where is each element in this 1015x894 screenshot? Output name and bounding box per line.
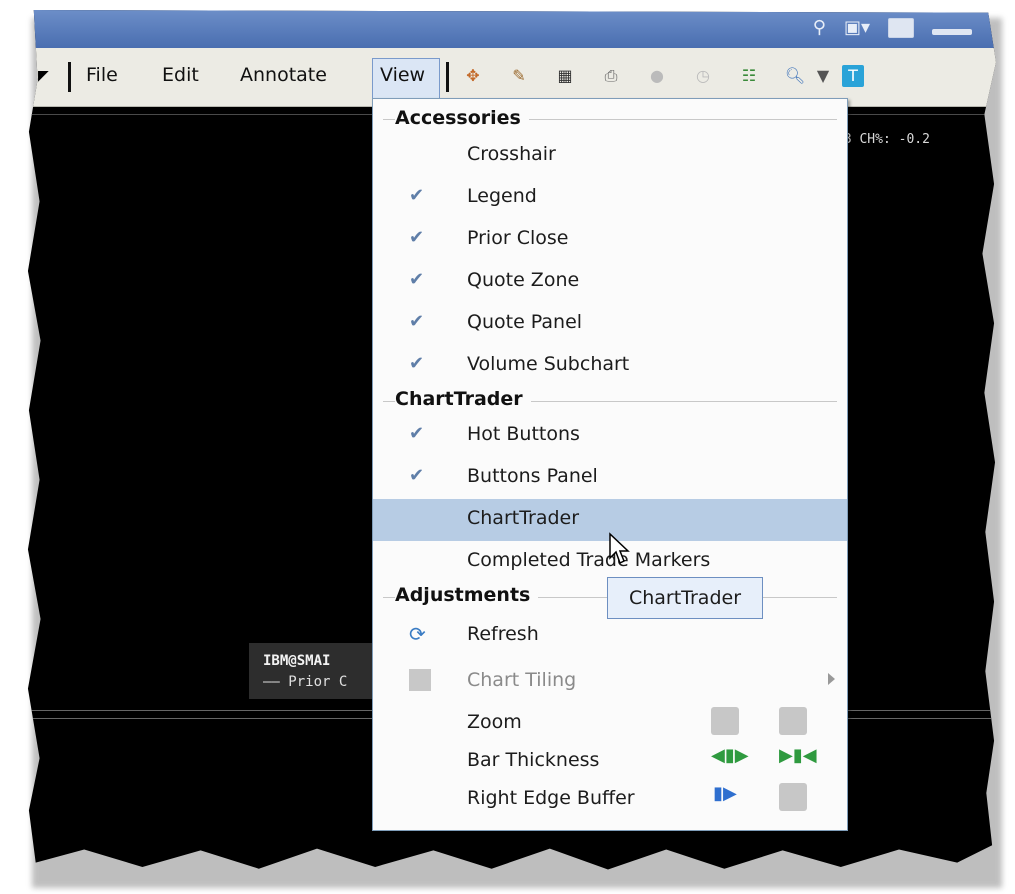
menu-item-prior-close[interactable]: ✔ Prior Close: [373, 219, 847, 261]
menu-item-quote-panel[interactable]: ✔ Quote Panel: [373, 303, 847, 345]
menubar-separator: [68, 62, 71, 92]
menu-item-label: Bar Thickness: [467, 749, 600, 771]
menu-item-buttons-panel[interactable]: ✔ Buttons Panel: [373, 457, 847, 499]
check-icon: ✔: [409, 465, 425, 486]
chart-legend: IBM@SMAI —— Prior C: [249, 643, 379, 699]
menu-item-crosshair[interactable]: Crosshair: [373, 135, 847, 177]
binoculars-icon[interactable]: ▣▾: [844, 16, 870, 40]
menu-item-label: Crosshair: [467, 143, 556, 165]
menu-item-label: Buttons Panel: [467, 465, 598, 487]
check-icon: ✔: [409, 311, 425, 332]
print-icon[interactable]: ⎙: [600, 65, 622, 87]
crosshair-tool-icon[interactable]: ✥: [462, 65, 484, 87]
menubar-separator: [446, 62, 449, 92]
tiling-icon: [409, 669, 431, 691]
section-charttrader: ChartTrader: [395, 388, 531, 410]
menu-file[interactable]: File: [86, 64, 118, 86]
menu-item-right-edge-buffer[interactable]: Right Edge Buffer ▮▶: [373, 779, 847, 821]
zoom-icon[interactable]: 🔍︎: [784, 65, 806, 87]
menu-item-label: Quote Zone: [467, 269, 580, 291]
menu-item-label: ChartTrader: [467, 507, 580, 529]
menu-item-quote-zone[interactable]: ✔ Quote Zone: [373, 261, 847, 303]
collapse-arrow-icon[interactable]: ◤: [38, 68, 49, 84]
check-icon: ✔: [409, 423, 425, 444]
menu-item-volume-subchart[interactable]: ✔ Volume Subchart: [373, 345, 847, 387]
view-dropdown-menu: Accessories Crosshair ✔ Legend ✔ Prior C…: [372, 98, 848, 831]
trader-t-icon[interactable]: T: [842, 65, 864, 87]
menu-item-zoom[interactable]: Zoom: [373, 703, 847, 745]
menu-item-label: Quote Panel: [467, 311, 583, 333]
mouse-cursor-icon: [609, 532, 630, 565]
legend-prior-close: —— Prior C: [263, 674, 348, 690]
submenu-arrow-icon: [828, 673, 835, 685]
menu-item-hot-buttons[interactable]: ✔ Hot Buttons: [373, 415, 847, 457]
tooltip: ChartTrader: [607, 577, 763, 619]
legend-title: IBM@SMAI: [263, 653, 331, 669]
menu-item-label: Refresh: [467, 623, 539, 645]
menu-item-label: Hot Buttons: [467, 423, 580, 445]
draw-tool-icon[interactable]: ✎: [508, 65, 530, 87]
menu-item-refresh[interactable]: ⟳ Refresh: [373, 615, 847, 657]
check-icon: ✔: [409, 353, 425, 374]
menu-view[interactable]: View: [380, 64, 425, 86]
restore-icon[interactable]: [888, 18, 914, 38]
menu-item-label: Prior Close: [467, 227, 569, 249]
menu-item-label: Legend: [467, 185, 537, 207]
bar-thicker-icon[interactable]: ◀▮▶: [711, 745, 749, 773]
title-bar-icons: ⚲ ▣▾: [813, 16, 972, 40]
menu-annotate[interactable]: Annotate: [240, 64, 327, 86]
section-accessories: Accessories: [395, 107, 529, 129]
dropdown-circle-icon[interactable]: ▼: [812, 65, 834, 87]
zoom-out-icon[interactable]: [779, 707, 807, 735]
menu-item-bar-thickness[interactable]: Bar Thickness ◀▮▶ ▶▮◀: [373, 741, 847, 783]
check-icon: ✔: [409, 185, 425, 206]
menu-item-legend[interactable]: ✔ Legend: [373, 177, 847, 219]
menu-item-label: Volume Subchart: [467, 353, 630, 375]
section-adjustments: Adjustments: [395, 584, 539, 606]
pin-icon[interactable]: ⚲: [813, 16, 826, 40]
grid-icon[interactable]: ▦: [554, 65, 576, 87]
disabled-tool-icon[interactable]: ●: [646, 65, 668, 87]
menu-item-label: Zoom: [467, 711, 522, 733]
title-bar: ⚲ ▣▾: [27, 10, 996, 48]
bar-thinner-icon[interactable]: ▶▮◀: [779, 745, 817, 773]
menu-edit[interactable]: Edit: [162, 64, 199, 86]
menu-item-chart-tiling[interactable]: Chart Tiling: [373, 661, 847, 703]
refresh-icon: ⟳: [409, 622, 426, 646]
buffer-decrease-icon[interactable]: [779, 783, 807, 811]
indicator-icon[interactable]: ☷: [738, 65, 760, 87]
zoom-in-icon[interactable]: [711, 707, 739, 735]
menu-item-label: Chart Tiling: [467, 669, 577, 691]
check-icon: ✔: [409, 269, 425, 290]
ticker-readout: 43 CH%: -0.2: [836, 132, 930, 147]
menu-item-label: Completed Trade Markers: [467, 549, 711, 571]
menu-item-label: Right Edge Buffer: [467, 787, 635, 809]
minimize-icon[interactable]: [932, 29, 972, 35]
check-icon: ✔: [409, 227, 425, 248]
buffer-increase-icon[interactable]: ▮▶: [711, 783, 739, 811]
clock-icon[interactable]: ◷: [692, 65, 714, 87]
